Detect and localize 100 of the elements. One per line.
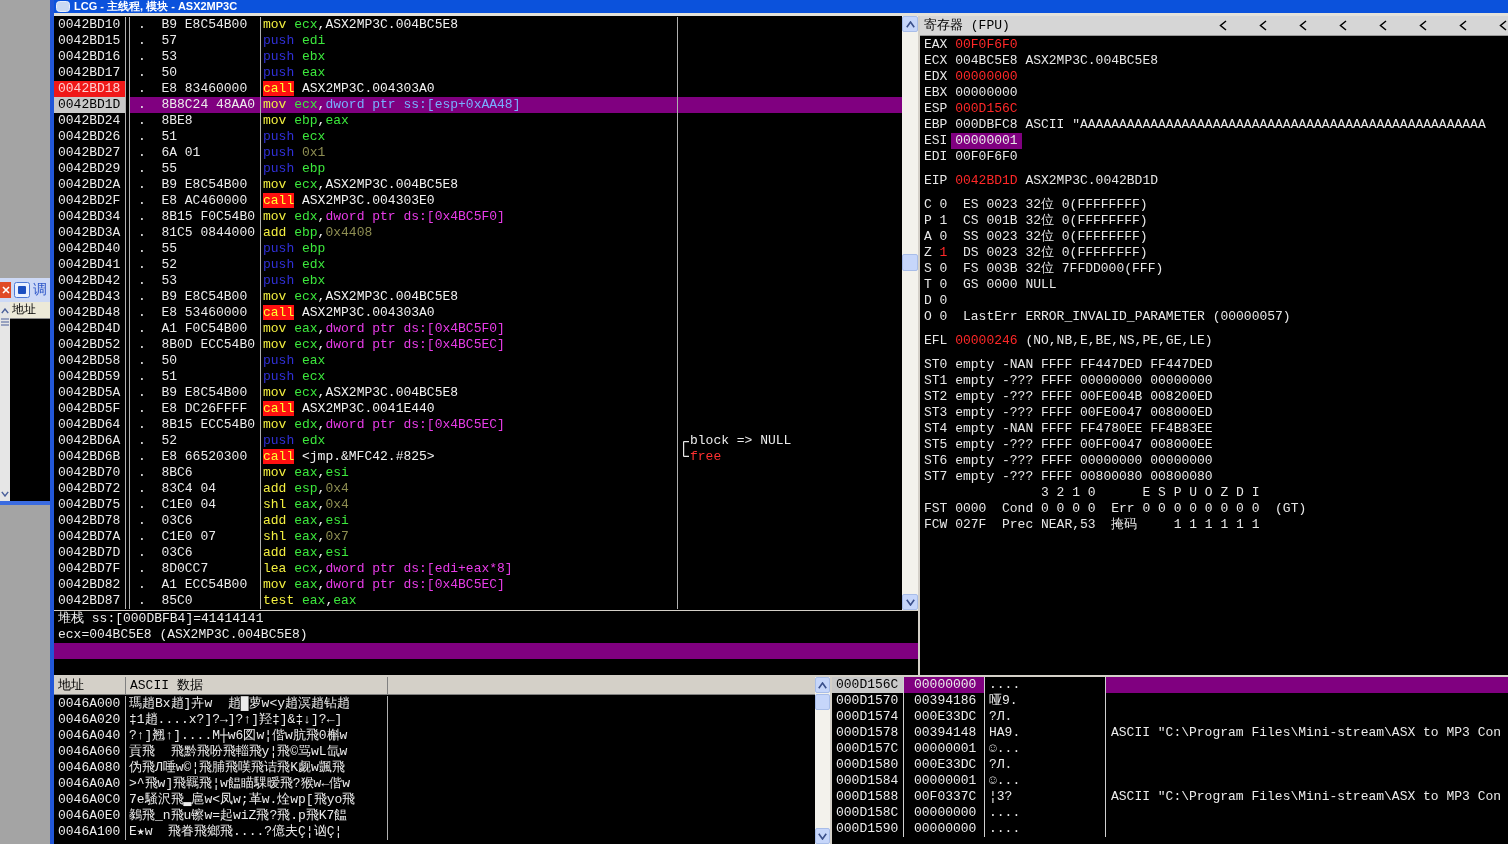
- register-comment: ASX2MP3C.0042BD1D: [1025, 173, 1159, 189]
- fpu-value: 027F: [955, 517, 987, 533]
- fpu-tag: empty: [955, 405, 995, 421]
- fpu-value: (GT): [1275, 501, 1307, 517]
- chevron-left-icon: [1459, 20, 1467, 31]
- register-name: ECX: [924, 53, 948, 69]
- register-comment: ASCII "AAAAAAAAAAAAAAAAAAAAAAAAAAAAAAAAAAAAAAAAAAAAAAAAAAAA: [1025, 117, 1486, 133]
- instruction-cell: add eax,esi: [261, 545, 678, 561]
- fpu-register-name: ST6: [924, 453, 948, 469]
- scroll-down-button[interactable]: [815, 828, 830, 844]
- field-label: Prec: [1002, 517, 1034, 533]
- window-title: 调: [33, 282, 47, 298]
- window-title: LCG - 主线程, 模块 - ASX2MP3C: [74, 0, 238, 13]
- scroll-up-button[interactable]: [902, 16, 918, 32]
- instruction-cell: call ASX2MP3C.004303E0: [261, 193, 678, 209]
- address-cell: 0046A020: [54, 712, 126, 728]
- flag-name: Z: [924, 245, 932, 261]
- caret-down-icon: [1, 491, 9, 497]
- fpu-value: 0 0 0 0 0 0 0 0: [1142, 501, 1260, 517]
- column-header[interactable]: ASCII 数据: [126, 677, 388, 694]
- fpu-register-name: ST7: [924, 469, 948, 485]
- ascii-cell: ....: [985, 821, 1106, 837]
- register-name: EDX: [924, 69, 948, 85]
- instruction-cell: mov ecx,dword ptr ds:[0x4BC5EC]: [261, 337, 678, 353]
- ascii-cell: >^飛w]飛羈飛¦w饂瞄騍暧飛?猴w←偕w: [126, 776, 388, 792]
- flag-value: 0: [939, 277, 948, 293]
- address-cell: 0046A080: [54, 760, 126, 776]
- flag-value: 0: [939, 229, 948, 245]
- ascii-cell: ....: [985, 805, 1106, 821]
- fpu-tag: empty: [955, 357, 995, 373]
- address-cell: 0046A0A0: [54, 776, 126, 792]
- hex-cell: . 8B8C24 48AA0: [130, 97, 261, 113]
- caret-up-icon: [1, 308, 9, 314]
- instruction-cell: test eax,eax: [261, 593, 678, 609]
- flag-name: O: [924, 309, 932, 325]
- ascii-cell: ?Л.: [985, 757, 1106, 773]
- close-button[interactable]: [0, 282, 11, 298]
- address-cell: 0042BD1D: [54, 97, 126, 113]
- instruction-cell: call ASX2MP3C.004303A0: [261, 305, 678, 321]
- chevron-left-icon: [1379, 20, 1387, 31]
- register-name: EFL: [924, 333, 948, 349]
- fpu-tag: empty: [955, 389, 995, 405]
- address-cell: 000D156C: [832, 677, 904, 693]
- fpu-tag: empty: [955, 421, 995, 437]
- scrollbar-thumb[interactable]: [902, 254, 918, 271]
- instruction-cell: call ASX2MP3C.0041E440: [261, 401, 678, 417]
- fpu-tag: empty: [955, 469, 995, 485]
- list-icon: [1, 318, 9, 326]
- scroll-down-button[interactable]: [902, 594, 918, 610]
- instruction-cell: lea ecx,dword ptr ds:[edi+eax*8]: [261, 561, 678, 577]
- segment-info: DS 0023 32位 0(FFFFFFFF): [963, 245, 1148, 261]
- caret-down-icon: [818, 832, 827, 840]
- instruction-cell: mov ecx,ASX2MP3C.004BC5E8: [261, 289, 678, 305]
- instruction-cell: add esp,0x4: [261, 481, 678, 497]
- instruction-cell: add eax,esi: [261, 513, 678, 529]
- column-header: E S P U O Z D I: [1142, 485, 1260, 501]
- instruction-cell: shl eax,0x7: [261, 529, 678, 545]
- segment-info: FS 003B 32位 7FFDD000(FFF): [963, 261, 1164, 277]
- fpu-value: 0 0 0 0: [1041, 501, 1096, 517]
- flag-value: 0: [939, 293, 948, 309]
- instruction-cell: push edx: [261, 433, 678, 449]
- column-header[interactable]: 地址: [54, 677, 126, 694]
- chevron-left-icon: [1259, 20, 1267, 31]
- flag-name: T: [924, 277, 932, 293]
- value-cell: 00000000: [904, 677, 985, 693]
- register-name: EAX: [924, 37, 948, 53]
- flag-value: 0: [939, 309, 948, 325]
- flag-name: S: [924, 261, 932, 277]
- fpu-value: -??? FFFF 00FF0047 008000EE: [1002, 437, 1213, 453]
- address-cell: 0046A000: [54, 696, 126, 712]
- ascii-cell: 伪飛Л唾w©¦飛脯飛嘆飛诘飛K觑w颽飛: [126, 760, 388, 776]
- instruction-cell: push ebp: [261, 161, 678, 177]
- address-cell: 0046A100: [54, 824, 126, 840]
- address-cell: 0046A0C0: [54, 792, 126, 808]
- app-icon: [56, 1, 70, 12]
- instruction-cell: shl eax,0x4: [261, 497, 678, 513]
- register-value: 00000001: [951, 133, 1022, 149]
- column-header: 3 2 1 0: [1041, 485, 1096, 501]
- chevron-left-icon: [1299, 20, 1307, 31]
- instruction-cell: push eax: [261, 353, 678, 369]
- instruction-cell: mov eax,dword ptr ds:[0x4BC5F0]: [261, 321, 678, 337]
- chevron-left-icon: [1339, 20, 1347, 31]
- scrollbar-thumb[interactable]: [815, 694, 830, 710]
- scroll-up-button[interactable]: [815, 677, 830, 693]
- ascii-cell: ?↑]翘↑]....M┼w6図w¦偕w肮飛0槲w: [126, 728, 388, 744]
- ascii-cell: E★w 飛眷飛鄉飛....?億夫Ç¦讻Ç¦: [126, 824, 388, 840]
- register-name: ESP: [924, 101, 948, 117]
- fpu-value: NEAR,53: [1041, 517, 1096, 533]
- close-icon: [1, 286, 10, 294]
- instruction-cell: push ebp: [261, 241, 678, 257]
- field-label: 掩码: [1111, 517, 1139, 533]
- instruction-cell: mov edx,dword ptr ds:[0x4BC5F0]: [261, 209, 678, 225]
- instruction-cell: mov eax,esi: [261, 465, 678, 481]
- flag-name: C: [924, 197, 932, 213]
- segment-info: GS 0000 NULL: [963, 277, 1057, 293]
- fpu-register-name: FCW: [924, 517, 948, 533]
- instruction-cell: push eax: [261, 65, 678, 81]
- flag-value: 0: [939, 261, 948, 277]
- flag-name: A: [924, 229, 932, 245]
- register-comment: ASX2MP3C.004BC5E8: [1025, 53, 1159, 69]
